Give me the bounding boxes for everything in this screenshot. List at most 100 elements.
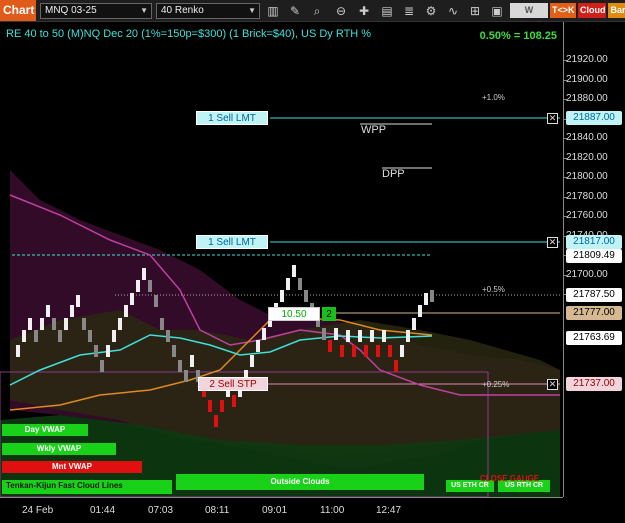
- chevron-down-icon: ▼: [140, 6, 148, 15]
- price-tick-label: 21840.00: [566, 132, 608, 143]
- renko-brick: [94, 345, 98, 357]
- renko-brick: [322, 328, 326, 340]
- bar-type-selector[interactable]: 40 Renko ▼: [156, 3, 260, 19]
- renko-brick: [154, 295, 158, 307]
- crosshair-icon[interactable]: ✚: [356, 3, 372, 19]
- renko-brick: [364, 345, 368, 357]
- close-gauge-label: CLOSE GAUGE: [480, 474, 540, 483]
- instrument-value: MNQ 03-25: [45, 5, 97, 16]
- renko-brick: [370, 330, 374, 342]
- renko-brick: [304, 290, 308, 302]
- position-qty[interactable]: 2: [322, 307, 336, 321]
- renko-brick: [376, 345, 380, 357]
- price-tick-mark: [563, 79, 567, 81]
- renko-brick: [76, 295, 80, 307]
- chart-tab[interactable]: Chart: [0, 0, 36, 21]
- price-tick-mark: [563, 99, 567, 100]
- renko-brick: [130, 293, 134, 305]
- renko-brick: [178, 360, 182, 372]
- price-tick-mark: [563, 216, 567, 217]
- sell-limit-order-2[interactable]: 1 Sell LMT: [196, 235, 268, 249]
- position-pnl[interactable]: 10.50: [268, 307, 320, 321]
- price-tick-label: 21800.00: [566, 171, 608, 182]
- renko-brick: [334, 328, 338, 340]
- pencil-icon[interactable]: ✎: [287, 3, 303, 19]
- close-icon[interactable]: ✕: [547, 237, 558, 248]
- toolbar: Chart MNQ 03-25 ▼ 40 Renko ▼ ▥ ✎ ⌕ ⊖ ✚ ▤…: [0, 0, 625, 30]
- time-tick-label: 24 Feb: [22, 505, 54, 516]
- indicator-icon[interactable]: ∿: [445, 3, 461, 19]
- price-tick-mark: [563, 138, 567, 139]
- zoom-out-icon[interactable]: ⊖: [333, 3, 349, 19]
- renko-brick: [406, 330, 410, 342]
- renko-brick: [250, 355, 254, 367]
- renko-brick: [88, 330, 92, 342]
- time-tick-label: 01:44: [90, 505, 116, 516]
- bar-chart-icon[interactable]: ▥: [265, 3, 281, 19]
- renko-brick: [160, 318, 164, 330]
- renko-brick: [298, 278, 302, 290]
- time-tick-label: 09:01: [262, 505, 288, 516]
- renko-brick: [70, 305, 74, 317]
- stop-price-label: 21737.00: [566, 377, 622, 391]
- pct-level-1: +1.0%: [482, 93, 505, 102]
- strategy-icon[interactable]: ⚙: [423, 3, 439, 19]
- renko-brick: [64, 318, 68, 330]
- screen-icon[interactable]: ▣: [489, 3, 505, 19]
- renko-brick: [388, 345, 392, 357]
- renko-brick: [22, 330, 26, 342]
- renko-brick: [28, 318, 32, 330]
- template-icon[interactable]: ▤: [379, 3, 395, 19]
- price-tick-label: 21760.00: [566, 210, 608, 221]
- cloud-button[interactable]: Cloud: [578, 3, 606, 18]
- renko-brick: [142, 268, 146, 280]
- properties-icon[interactable]: ≣: [401, 3, 417, 19]
- renko-brick: [340, 345, 344, 357]
- renko-brick: [112, 330, 116, 342]
- w-vwap-button[interactable]: W VWAP: [510, 3, 548, 30]
- order-price-label-1: 21887.00: [566, 111, 622, 125]
- renko-brick: [346, 330, 350, 342]
- renko-brick: [82, 318, 86, 330]
- bar-button[interactable]: Bar: [608, 3, 625, 18]
- day-vwap-label: Day VWAP: [2, 424, 88, 436]
- renko-brick: [430, 290, 434, 302]
- renko-brick: [46, 305, 50, 317]
- renko-brick: [40, 318, 44, 330]
- close-icon[interactable]: ✕: [547, 379, 558, 390]
- renko-brick: [166, 330, 170, 342]
- close-icon[interactable]: ✕: [547, 113, 558, 124]
- price-tick-mark: [563, 274, 567, 276]
- sell-stop-order[interactable]: 2 Sell STP: [198, 377, 268, 391]
- renko-brick: [190, 355, 194, 367]
- renko-brick: [280, 290, 284, 302]
- renko-brick: [214, 415, 218, 427]
- renko-brick: [418, 305, 422, 317]
- bar-type-value: 40 Renko: [161, 5, 204, 16]
- price-tick-mark: [563, 60, 567, 61]
- renko-brick: [118, 318, 122, 330]
- chevron-down-icon: ▼: [248, 6, 256, 15]
- renko-brick: [352, 345, 356, 357]
- renko-brick: [58, 330, 62, 342]
- avg-price-label: 21777.00: [566, 306, 622, 320]
- renko-brick: [394, 360, 398, 372]
- renko-brick: [106, 345, 110, 357]
- renko-brick: [412, 318, 416, 330]
- sell-limit-order-1[interactable]: 1 Sell LMT: [196, 111, 268, 125]
- renko-brick: [172, 345, 176, 357]
- percent-readout: 0.50% = 108.25: [479, 30, 557, 42]
- instrument-selector[interactable]: MNQ 03-25 ▼: [40, 3, 152, 19]
- renko-brick: [52, 318, 56, 330]
- renko-brick: [292, 265, 296, 277]
- drawing-icon[interactable]: ⊞: [467, 3, 483, 19]
- zoom-icon[interactable]: ⌕: [309, 3, 325, 19]
- renko-brick: [232, 395, 236, 407]
- tk-button[interactable]: T<>K: [550, 3, 576, 18]
- renko-brick: [184, 370, 188, 382]
- dpp-label: DPP: [382, 168, 405, 180]
- price-tick-label: 21780.00: [566, 190, 608, 202]
- wkly-vwap-label: Wkly VWAP: [2, 443, 116, 455]
- renko-brick: [382, 330, 386, 342]
- price-tick-label: 21880.00: [566, 93, 608, 104]
